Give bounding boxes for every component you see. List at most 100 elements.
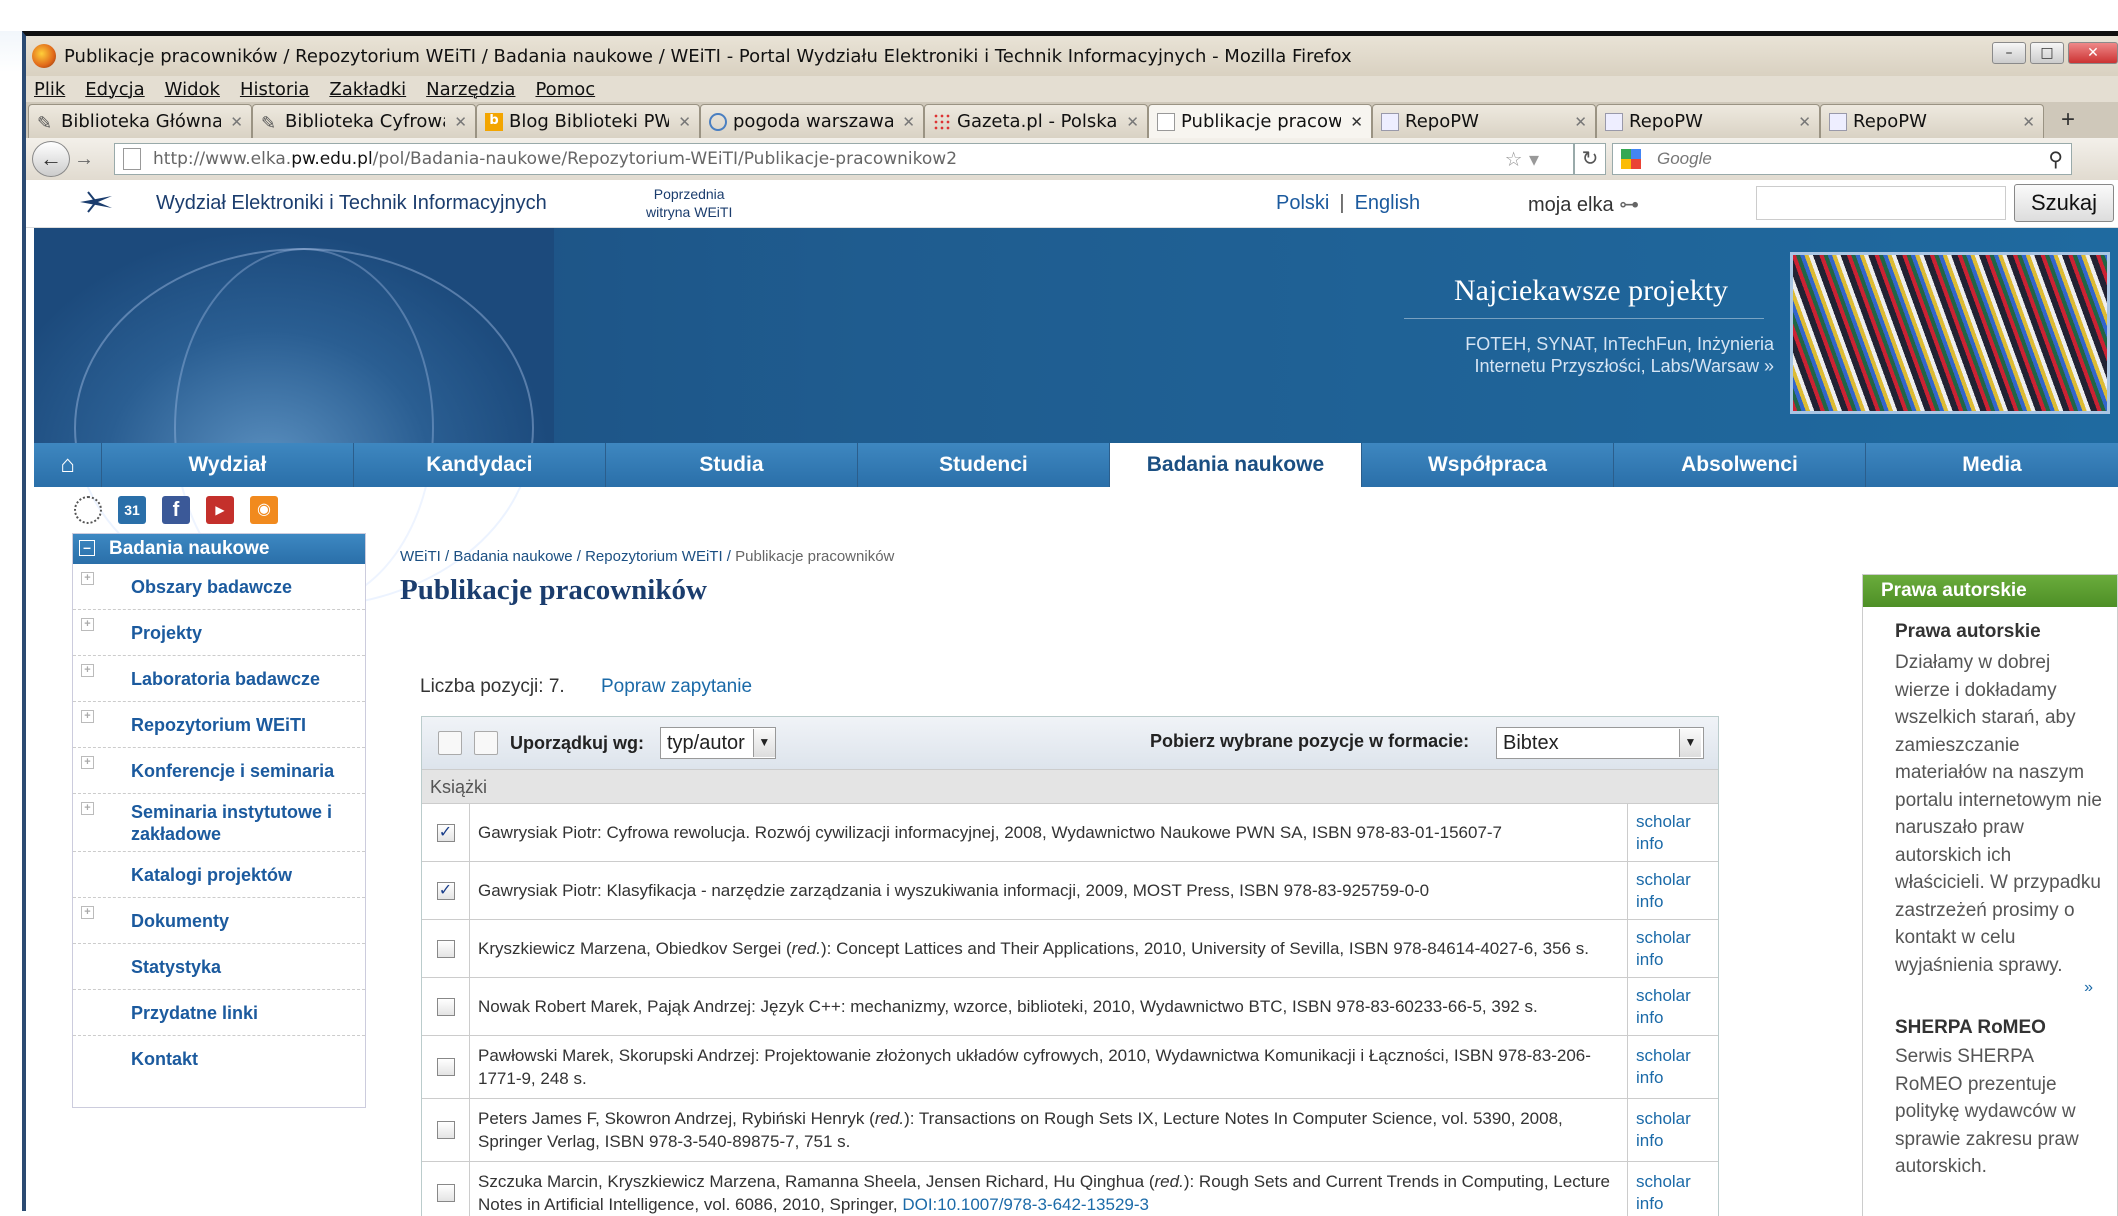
tab-blog[interactable]: b Blog Biblioteki PW ✕ — [476, 104, 700, 138]
maximize-button[interactable]: □ — [2030, 42, 2064, 64]
deselect-all-icon[interactable] — [474, 731, 498, 755]
sidebar-item-repozytorium[interactable]: + Repozytorium WEiTI — [73, 702, 365, 748]
home-icon[interactable]: ⌂ — [34, 443, 102, 487]
nav-badania-naukowe[interactable]: Badania naukowe — [1109, 443, 1362, 487]
bookmark-star-icon[interactable]: ☆ ▾ — [1505, 147, 1539, 171]
site-search-input[interactable] — [1756, 186, 2006, 220]
menu-plik[interactable]: Plik — [34, 79, 65, 100]
tab-biblioteka-glowna[interactable]: ✎ Biblioteka Główna ... ✕ — [28, 104, 252, 138]
menu-pomoc[interactable]: Pomoc — [535, 79, 595, 100]
select-all-icon[interactable] — [438, 731, 462, 755]
previous-site-link[interactable]: Poprzednia witryna WEiTI — [646, 185, 732, 221]
sidebar-item-seminaria[interactable]: + Seminaria instytutowe i zakładowe — [73, 794, 365, 852]
tab-close-icon[interactable]: ✕ — [1798, 113, 1811, 131]
tab-close-icon[interactable]: ✕ — [902, 113, 915, 131]
nav-wydzial[interactable]: Wydział — [102, 443, 354, 487]
collapse-icon[interactable]: – — [79, 540, 95, 556]
weiti-logo-icon[interactable] — [78, 188, 114, 216]
menu-narzedzia[interactable]: Narzędzia — [426, 79, 515, 100]
tab-gazeta[interactable]: Gazeta.pl - Polska i... ✕ — [924, 104, 1148, 138]
row-checkbox[interactable] — [436, 939, 455, 958]
sidebar-heading[interactable]: – Badania naukowe — [73, 534, 365, 564]
hero-title[interactable]: Najciekawsze projekty — [1454, 274, 1728, 308]
expand-icon[interactable]: + — [81, 664, 94, 677]
tab-repopw-3[interactable]: RepoPW ✕ — [1820, 104, 2044, 138]
menu-zakladki[interactable]: Zakładki — [329, 79, 406, 100]
scholar-link[interactable]: scholar info — [1628, 1162, 1718, 1216]
sidebar-item-kontakt[interactable]: Kontakt — [73, 1036, 365, 1082]
expand-icon[interactable]: + — [81, 906, 94, 919]
sidebar-item-linki[interactable]: Przydatne linki — [73, 990, 365, 1036]
sidebar-item-laboratoria[interactable]: + Laboratoria badawcze — [73, 656, 365, 702]
search-box[interactable]: Google ⚲ — [1612, 143, 2072, 175]
row-checkbox[interactable] — [436, 1121, 455, 1139]
scholar-link[interactable]: scholar info — [1628, 1099, 1718, 1161]
tab-close-icon[interactable]: ✕ — [230, 113, 243, 131]
tab-pogoda[interactable]: pogoda warszawa ... ✕ — [700, 104, 924, 138]
calendar-icon[interactable]: 31 — [118, 496, 146, 524]
menu-edycja[interactable]: Edycja — [85, 79, 144, 100]
lang-english[interactable]: English — [1355, 192, 1421, 214]
tab-close-icon[interactable]: ✕ — [454, 113, 467, 131]
sidebar-item-projekty[interactable]: + Projekty — [73, 610, 365, 656]
tab-publikacje[interactable]: Publikacje pracow... ✕ — [1148, 104, 1372, 138]
moja-elka-link[interactable]: moja elka ⊶ — [1528, 192, 1639, 217]
sort-select[interactable]: typ/autor ▼ — [660, 727, 776, 759]
more-link[interactable]: » — [1863, 979, 2117, 997]
row-checkbox[interactable]: ✓ — [436, 881, 455, 900]
tab-repopw-2[interactable]: RepoPW ✕ — [1596, 104, 1820, 138]
nav-wspolpraca[interactable]: Współpraca — [1362, 443, 1614, 487]
forward-button[interactable]: → — [74, 148, 100, 171]
format-select[interactable]: Bibtex ▼ — [1496, 727, 1704, 759]
expand-icon[interactable]: + — [81, 802, 94, 815]
facebook-icon[interactable]: f — [162, 496, 190, 524]
tab-repopw-1[interactable]: RepoPW ✕ — [1372, 104, 1596, 138]
back-button[interactable]: ← — [32, 141, 70, 177]
row-checkbox[interactable] — [436, 1058, 455, 1076]
tab-close-icon[interactable]: ✕ — [2022, 113, 2035, 131]
expand-icon[interactable]: + — [81, 756, 94, 769]
scholar-link[interactable]: scholar info — [1628, 978, 1718, 1035]
scholar-link[interactable]: scholar info — [1628, 920, 1718, 977]
row-checkbox[interactable]: ✓ — [436, 823, 455, 842]
menu-historia[interactable]: Historia — [240, 79, 309, 100]
search-icon[interactable]: ⚲ — [2048, 147, 2063, 172]
nav-studenci[interactable]: Studenci — [858, 443, 1110, 487]
new-tab-button[interactable]: + — [2048, 104, 2088, 138]
expand-icon[interactable]: + — [81, 710, 94, 723]
tab-close-icon[interactable]: ✕ — [1574, 113, 1587, 131]
sidebar-item-statystyka[interactable]: Statystyka — [73, 944, 365, 990]
scholar-link[interactable]: scholar info — [1628, 862, 1718, 919]
url-bar[interactable]: http://www.elka. pw.edu.pl/pol/Badania-na… — [114, 143, 1574, 175]
doi-link[interactable]: DOI:10.1007/978-3-642-13529-3 — [902, 1195, 1149, 1214]
lang-polski[interactable]: Polski — [1276, 192, 1329, 214]
szukaj-button[interactable]: Szukaj — [2014, 184, 2114, 222]
sitemap-icon[interactable] — [74, 496, 102, 524]
tab-close-icon[interactable]: ✕ — [678, 113, 691, 131]
menu-widok[interactable]: Widok — [165, 79, 220, 100]
scholar-link[interactable]: scholar info — [1628, 1036, 1718, 1098]
cables-photo[interactable] — [1790, 252, 2110, 414]
youtube-icon[interactable]: ▶ — [206, 496, 234, 524]
tab-close-icon[interactable]: ✕ — [1350, 113, 1363, 131]
nav-studia[interactable]: Studia — [606, 443, 858, 487]
close-button[interactable]: ✕ — [2068, 42, 2118, 64]
hero-subtitle[interactable]: FOTEH, SYNAT, InTechFun, Inżynieria Inte… — [1434, 333, 1774, 377]
minimize-button[interactable]: – — [1992, 42, 2026, 64]
site-name[interactable]: Wydział Elektroniki i Technik Informacyj… — [156, 192, 547, 215]
breadcrumb-trail[interactable]: WEiTI / Badania naukowe / Repozytorium W… — [400, 548, 731, 565]
sidebar-item-katalogi[interactable]: Katalogi projektów — [73, 852, 365, 898]
expand-icon[interactable]: + — [81, 572, 94, 585]
sidebar-item-konferencje[interactable]: + Konferencje i seminaria — [73, 748, 365, 794]
rss-icon[interactable]: ◉ — [250, 496, 278, 524]
scholar-link[interactable]: scholar info — [1628, 804, 1718, 861]
nav-media[interactable]: Media — [1866, 443, 2118, 487]
row-checkbox[interactable] — [436, 1184, 455, 1202]
tab-biblioteka-cyfrowa[interactable]: ✎ Biblioteka Cyfrowa... ✕ — [252, 104, 476, 138]
row-checkbox[interactable] — [436, 997, 455, 1016]
nav-absolwenci[interactable]: Absolwenci — [1614, 443, 1866, 487]
tab-close-icon[interactable]: ✕ — [1126, 113, 1139, 131]
popraw-zapytanie-link[interactable]: Popraw zapytanie — [601, 676, 752, 698]
sidebar-item-obszary[interactable]: + Obszary badawcze — [73, 564, 365, 610]
reload-button[interactable]: ↻ — [1574, 143, 1606, 175]
